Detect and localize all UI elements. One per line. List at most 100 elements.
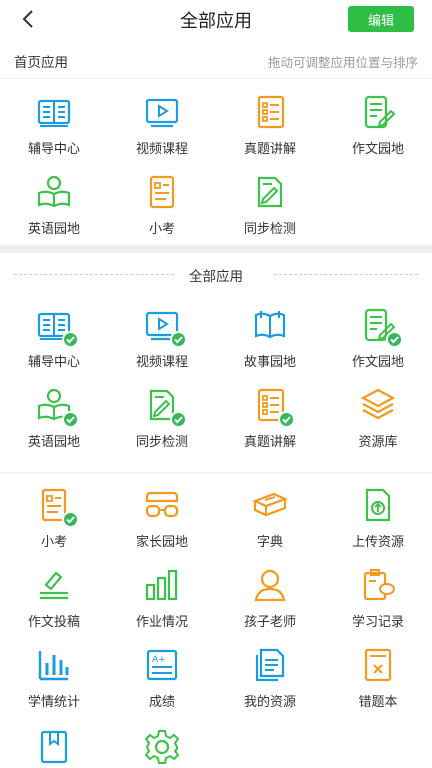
app-label: 我的资源	[243, 695, 296, 710]
added-check-icon	[170, 411, 187, 428]
svg-text:A+: A+	[152, 655, 166, 665]
app-label: 真题讲解	[243, 435, 296, 450]
app-item[interactable]: 孩子老师	[216, 561, 324, 635]
app-item[interactable]: 同步检测	[108, 381, 216, 455]
app-item[interactable]: 小考	[0, 481, 108, 555]
app-label: 学习记录	[351, 615, 404, 630]
app-item[interactable]	[108, 723, 216, 768]
app-label: 作文园地	[351, 355, 404, 370]
added-check-icon	[62, 331, 79, 348]
divider	[0, 78, 432, 79]
video-play-icon	[142, 92, 182, 132]
app-label: 字典	[256, 535, 283, 550]
score-sheet-icon: A+	[142, 645, 182, 685]
checklist-icon	[250, 385, 295, 428]
person-icon	[250, 565, 290, 605]
app-label: 作文投稿	[27, 615, 80, 630]
app-item[interactable]: 真题讲解	[216, 88, 324, 162]
app-label: 同步检测	[243, 222, 296, 237]
app-item[interactable]: 真题讲解	[216, 381, 324, 455]
app-item[interactable]: 错题本	[324, 641, 432, 715]
app-item[interactable]: 作文园地	[324, 301, 432, 375]
added-check-icon	[62, 411, 79, 428]
my-files-icon	[250, 645, 290, 685]
bar-chart-icon	[142, 565, 182, 605]
added-check-icon	[278, 411, 295, 428]
layers-icon	[358, 385, 398, 425]
checklist-icon	[250, 92, 290, 132]
app-label: 作业情况	[135, 615, 188, 630]
submit-doc-icon	[34, 565, 74, 605]
bookmark-book-icon	[34, 727, 74, 767]
app-item[interactable]: 学习记录	[324, 561, 432, 635]
app-item[interactable]: 小考	[108, 168, 216, 242]
book-open-icon	[34, 305, 79, 348]
drag-hint: 拖动可调整应用位置与排序	[267, 55, 418, 70]
app-item[interactable]: 辅导中心	[0, 88, 108, 162]
quiz-doc-icon	[34, 485, 79, 528]
reader-icon	[34, 385, 79, 428]
app-item[interactable]: 字典	[216, 481, 324, 555]
doc-edit-icon	[142, 385, 187, 428]
storybook-icon	[250, 305, 290, 345]
app-label: 小考	[148, 222, 175, 237]
app-item[interactable]: 视频课程	[108, 88, 216, 162]
app-label: 上传资源	[351, 535, 404, 550]
app-item[interactable]	[0, 723, 108, 768]
app-item[interactable]: 我的资源	[216, 641, 324, 715]
app-item[interactable]: 学情统计	[0, 641, 108, 715]
app-item[interactable]: 家长园地	[108, 481, 216, 555]
app-item[interactable]: 视频课程	[108, 301, 216, 375]
dashed-divider-right	[274, 274, 418, 275]
app-label: 辅导中心	[27, 355, 80, 370]
app-label: 英语园地	[27, 222, 80, 237]
app-label: 视频课程	[135, 355, 188, 370]
app-item[interactable]: 上传资源	[324, 481, 432, 555]
app-item[interactable]: 作业情况	[108, 561, 216, 635]
app-item[interactable]: 作文投稿	[0, 561, 108, 635]
app-item[interactable]: 英语园地	[0, 168, 108, 242]
app-item[interactable]: 资源库	[324, 381, 432, 455]
app-label: 小考	[40, 535, 67, 550]
app-label: 作文园地	[351, 142, 404, 157]
added-check-icon	[62, 511, 79, 528]
app-item[interactable]: 同步检测	[216, 168, 324, 242]
mistake-book-icon	[358, 645, 398, 685]
app-label: 英语园地	[27, 435, 80, 450]
app-label: 孩子老师	[243, 615, 296, 630]
divider	[0, 472, 432, 473]
app-label: 学情统计	[27, 695, 80, 710]
app-label: 视频课程	[135, 142, 188, 157]
app-label: 真题讲解	[243, 142, 296, 157]
app-label: 家长园地	[135, 535, 188, 550]
quiz-doc-icon	[142, 172, 182, 212]
app-label: 资源库	[358, 435, 398, 450]
app-item[interactable]: 作文园地	[324, 88, 432, 162]
stats-chart-icon	[34, 645, 74, 685]
book-open-icon	[34, 92, 74, 132]
app-label: 成绩	[148, 695, 175, 710]
section-separator	[0, 245, 432, 253]
video-play-icon	[142, 305, 187, 348]
gear-icon	[142, 727, 182, 767]
header: 全部应用 编辑	[0, 0, 432, 40]
home-section-title: 首页应用	[14, 55, 68, 71]
upload-doc-icon	[358, 485, 398, 525]
home-section-header: 首页应用 拖动可调整应用位置与排序	[0, 44, 432, 78]
app-label: 同步检测	[135, 435, 188, 450]
reader-icon	[34, 172, 74, 212]
app-item[interactable]: A+ 成绩	[108, 641, 216, 715]
dictionary-icon	[250, 485, 290, 525]
notebook-pen-icon	[358, 305, 403, 348]
glasses-icon	[142, 485, 182, 525]
all-apps-title: 全部应用	[189, 269, 243, 285]
added-check-icon	[386, 331, 403, 348]
app-item[interactable]: 辅导中心	[0, 301, 108, 375]
doc-edit-icon	[250, 172, 290, 212]
clipboard-chat-icon	[358, 565, 398, 605]
app-label: 故事园地	[243, 355, 296, 370]
edit-button[interactable]: 编辑	[348, 6, 414, 32]
notebook-pen-icon	[358, 92, 398, 132]
app-item[interactable]: 英语园地	[0, 381, 108, 455]
app-item[interactable]: 故事园地	[216, 301, 324, 375]
